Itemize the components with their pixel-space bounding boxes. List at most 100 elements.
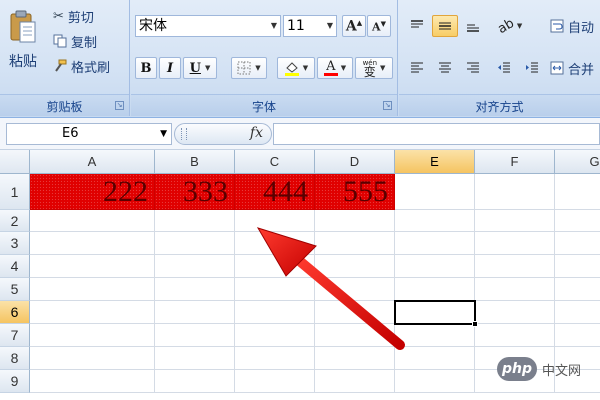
cell-e9[interactable]: [395, 370, 475, 393]
font-size-combo[interactable]: 11 ▼: [283, 15, 337, 37]
fx-icon[interactable]: fx: [250, 125, 263, 141]
cell-g6[interactable]: [555, 301, 600, 324]
cell-c1[interactable]: 444: [235, 174, 315, 210]
formula-input[interactable]: [273, 123, 600, 145]
cell-a5[interactable]: [30, 278, 155, 301]
cell-c8[interactable]: [235, 347, 315, 370]
cell-d8[interactable]: [315, 347, 395, 370]
cell-c2[interactable]: [235, 210, 315, 232]
column-header-c[interactable]: C: [235, 150, 315, 174]
cell-e2[interactable]: [395, 210, 475, 232]
underline-button[interactable]: U ▼: [183, 57, 217, 79]
align-top-button[interactable]: [404, 15, 430, 37]
paste-button[interactable]: 粘贴: [4, 4, 42, 76]
cell-a3[interactable]: [30, 232, 155, 255]
align-bottom-button[interactable]: [460, 15, 486, 37]
cell-b7[interactable]: [155, 324, 235, 347]
column-header-f[interactable]: F: [475, 150, 555, 174]
cell-g7[interactable]: [555, 324, 600, 347]
borders-button[interactable]: ▼: [231, 57, 267, 79]
grow-font-button[interactable]: A▲: [342, 15, 366, 37]
cell-a8[interactable]: [30, 347, 155, 370]
cell-g4[interactable]: [555, 255, 600, 278]
row-header-5[interactable]: 5: [0, 278, 30, 301]
cell-a9[interactable]: [30, 370, 155, 393]
cut-button[interactable]: ✂ 剪切: [52, 6, 126, 26]
fill-handle[interactable]: [472, 321, 478, 327]
row-header-8[interactable]: 8: [0, 347, 30, 370]
cell-d7[interactable]: [315, 324, 395, 347]
fill-color-button[interactable]: ▼: [277, 57, 315, 79]
row-header-6[interactable]: 6: [0, 301, 30, 324]
row-header-2[interactable]: 2: [0, 210, 30, 232]
cell-g5[interactable]: [555, 278, 600, 301]
wrap-text-button[interactable]: 自动: [549, 15, 600, 37]
font-color-button[interactable]: A ▼: [317, 57, 353, 79]
align-right-button[interactable]: [460, 57, 486, 79]
cell-f1[interactable]: [475, 174, 555, 210]
cell-g3[interactable]: [555, 232, 600, 255]
formula-bar-handle[interactable]: [181, 128, 187, 140]
row-header-1[interactable]: 1: [0, 174, 30, 210]
cell-a2[interactable]: [30, 210, 155, 232]
font-name-combo[interactable]: 宋体 ▼: [135, 15, 281, 37]
column-header-g[interactable]: G: [555, 150, 600, 174]
cell-b8[interactable]: [155, 347, 235, 370]
cell-b3[interactable]: [155, 232, 235, 255]
cell-e1[interactable]: [395, 174, 475, 210]
shrink-font-button[interactable]: A▼: [367, 15, 391, 37]
cell-f2[interactable]: [475, 210, 555, 232]
cell-e7[interactable]: [395, 324, 475, 347]
cell-a6[interactable]: [30, 301, 155, 324]
cell-b2[interactable]: [155, 210, 235, 232]
cell-b9[interactable]: [155, 370, 235, 393]
cell-b6[interactable]: [155, 301, 235, 324]
align-center-button[interactable]: [432, 57, 458, 79]
cell-a4[interactable]: [30, 255, 155, 278]
orientation-button[interactable]: ab ▼: [493, 15, 527, 37]
cell-c6[interactable]: [235, 301, 315, 324]
cell-f5[interactable]: [475, 278, 555, 301]
cell-a7[interactable]: [30, 324, 155, 347]
cell-b4[interactable]: [155, 255, 235, 278]
clipboard-launcher-icon[interactable]: ↘: [115, 101, 124, 110]
cell-d4[interactable]: [315, 255, 395, 278]
cell-e5[interactable]: [395, 278, 475, 301]
row-header-9[interactable]: 9: [0, 370, 30, 393]
cell-d2[interactable]: [315, 210, 395, 232]
cell-d5[interactable]: [315, 278, 395, 301]
cell-g2[interactable]: [555, 210, 600, 232]
cell-d1[interactable]: 555: [315, 174, 395, 210]
cell-b1[interactable]: 333: [155, 174, 235, 210]
cell-a1[interactable]: 222: [30, 174, 155, 210]
cell-f7[interactable]: [475, 324, 555, 347]
column-header-b[interactable]: B: [155, 150, 235, 174]
bold-button[interactable]: B: [135, 57, 157, 79]
italic-button[interactable]: I: [159, 57, 181, 79]
cell-g1[interactable]: [555, 174, 600, 210]
cell-f6[interactable]: [475, 301, 555, 324]
row-header-7[interactable]: 7: [0, 324, 30, 347]
merge-center-button[interactable]: 合并: [549, 57, 600, 79]
cell-e3[interactable]: [395, 232, 475, 255]
cell-f4[interactable]: [475, 255, 555, 278]
increase-indent-button[interactable]: [519, 57, 545, 79]
align-left-button[interactable]: [404, 57, 430, 79]
cell-c9[interactable]: [235, 370, 315, 393]
cell-f3[interactable]: [475, 232, 555, 255]
name-box[interactable]: E6 ▼: [6, 123, 172, 145]
cell-d9[interactable]: [315, 370, 395, 393]
copy-button[interactable]: 复制: [52, 31, 126, 51]
column-header-e[interactable]: E: [395, 150, 475, 174]
cell-d6[interactable]: [315, 301, 395, 324]
decrease-indent-button[interactable]: [491, 57, 517, 79]
cell-e8[interactable]: [395, 347, 475, 370]
row-header-3[interactable]: 3: [0, 232, 30, 255]
cell-b5[interactable]: [155, 278, 235, 301]
cell-e4[interactable]: [395, 255, 475, 278]
phonetic-button[interactable]: wén 变 ▼: [355, 57, 393, 79]
select-all-corner[interactable]: [0, 150, 30, 174]
row-header-4[interactable]: 4: [0, 255, 30, 278]
cell-c4[interactable]: [235, 255, 315, 278]
cell-c7[interactable]: [235, 324, 315, 347]
